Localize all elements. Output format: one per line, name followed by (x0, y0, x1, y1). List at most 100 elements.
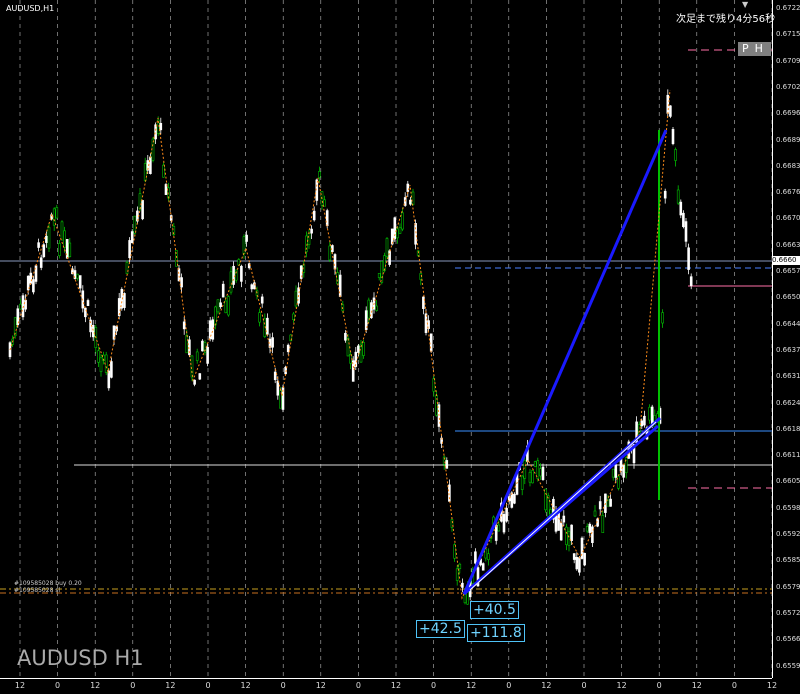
candle-body (598, 501, 602, 510)
price-tick: 0.66440 (776, 319, 800, 328)
time-tick: 0 (731, 681, 737, 690)
trendline-steep[interactable] (462, 129, 668, 595)
candle-body (380, 261, 384, 283)
price-tick: 0.66830 (776, 161, 800, 170)
candle-body (643, 415, 646, 426)
price-tick: 0.65985 (776, 503, 800, 512)
candle-body (99, 357, 103, 372)
candle-body (182, 321, 186, 330)
candle-body (138, 193, 142, 210)
candle-body (250, 284, 254, 290)
chart-watermark: AUDUSD H1 (17, 646, 144, 670)
time-tick: 12 (541, 681, 552, 690)
candle-body (110, 361, 113, 378)
candle-body (323, 199, 326, 207)
candle-body (562, 515, 566, 523)
order-buy-label[interactable]: #109585028 buy 0.20 (14, 580, 82, 587)
candle-body (123, 293, 126, 308)
candle-body (68, 242, 72, 257)
candle-body (292, 313, 295, 320)
candle-body (271, 337, 274, 348)
candle-body (539, 468, 542, 477)
candle-body (565, 526, 568, 545)
candle-body (39, 257, 43, 268)
candle-body (494, 524, 498, 541)
candle-body (411, 191, 415, 205)
time-tick: 12 (466, 681, 477, 690)
candle-body (42, 244, 46, 258)
candle-body (318, 171, 321, 178)
candle-body (130, 231, 134, 244)
candlesticks (8, 89, 693, 605)
time-tick: 0 (581, 681, 587, 690)
candle-body (307, 233, 311, 245)
candle-body (481, 563, 485, 571)
candle-body (385, 238, 389, 257)
candle-body (219, 302, 222, 308)
candle-body (201, 340, 204, 352)
candle-body (333, 254, 337, 270)
pip-label-3: +111.8 (467, 624, 525, 642)
price-tick: 0.65725 (776, 608, 800, 617)
candle-body (546, 495, 550, 518)
candle-body (58, 243, 61, 257)
candle-body (325, 210, 329, 227)
candle-body (312, 210, 316, 221)
candle-body (601, 514, 605, 534)
candle-body (149, 156, 152, 174)
candle-body (29, 272, 33, 284)
candle-body (676, 189, 680, 204)
candle-body (193, 379, 196, 385)
candle-body (377, 273, 381, 278)
price-tick: 0.66570 (776, 267, 800, 275)
price-tick: 0.65790 (776, 582, 800, 591)
price-chart[interactable] (0, 0, 772, 678)
candle-body (310, 228, 313, 234)
candle-body (544, 488, 547, 511)
candle-body (533, 461, 537, 467)
price-tick: 0.66115 (776, 451, 800, 460)
time-tick: 0 (431, 681, 437, 690)
price-tick: 0.67155 (776, 30, 800, 39)
candle-body (458, 563, 462, 570)
price-axis[interactable]: 0.67220 0.67155 0.67090 0.67025 0.66960 0.668… (772, 0, 800, 678)
candle-body (258, 312, 261, 323)
candle-body (505, 507, 508, 522)
candle-body (684, 221, 688, 242)
order-sl-label[interactable]: #109585028 sl (14, 587, 60, 594)
price-tick: 0.66180 (776, 424, 800, 433)
chart-window[interactable]: AUDUSD,H1 次足まで残り4分56秒 ▼ PH #109585028 bu… (0, 0, 800, 693)
candle-body (541, 466, 545, 480)
candle-body (461, 582, 464, 588)
candle-body (214, 306, 217, 326)
candle-body (474, 551, 477, 564)
candle-body (84, 307, 87, 318)
candle-body (47, 227, 51, 249)
trendlines[interactable] (462, 129, 668, 596)
price-tick: 0.67090 (776, 56, 800, 65)
candle-body (260, 296, 264, 304)
candle-body (396, 228, 399, 239)
candle-body (679, 201, 683, 216)
candle-body (232, 265, 235, 285)
ph-label[interactable]: PH (738, 42, 771, 56)
price-tick: 0.66765 (776, 188, 800, 197)
candle-body (484, 548, 488, 559)
candle-body (531, 470, 534, 484)
candle-body (128, 240, 131, 259)
price-tick: 0.65855 (776, 556, 800, 565)
time-tick: 12 (616, 681, 627, 690)
price-tick: 0.67025 (776, 82, 800, 91)
time-tick: 0 (355, 681, 361, 690)
candle-body (245, 234, 248, 242)
candle-body (414, 223, 417, 245)
candle-body (65, 239, 69, 259)
time-axis[interactable]: 12 0 12 0 12 0 12 0 12 0 12 0 12 0 12 0 12 0 12 0 12 (0, 678, 777, 694)
candle-body (406, 183, 410, 192)
candle-body (198, 373, 202, 380)
bar-countdown: 次足まで残り4分56秒 (676, 14, 776, 25)
pip-label-1: +40.5 (470, 601, 519, 619)
price-tick: 0.66375 (776, 345, 800, 354)
candle-body (640, 420, 644, 427)
candle-body (520, 475, 524, 490)
